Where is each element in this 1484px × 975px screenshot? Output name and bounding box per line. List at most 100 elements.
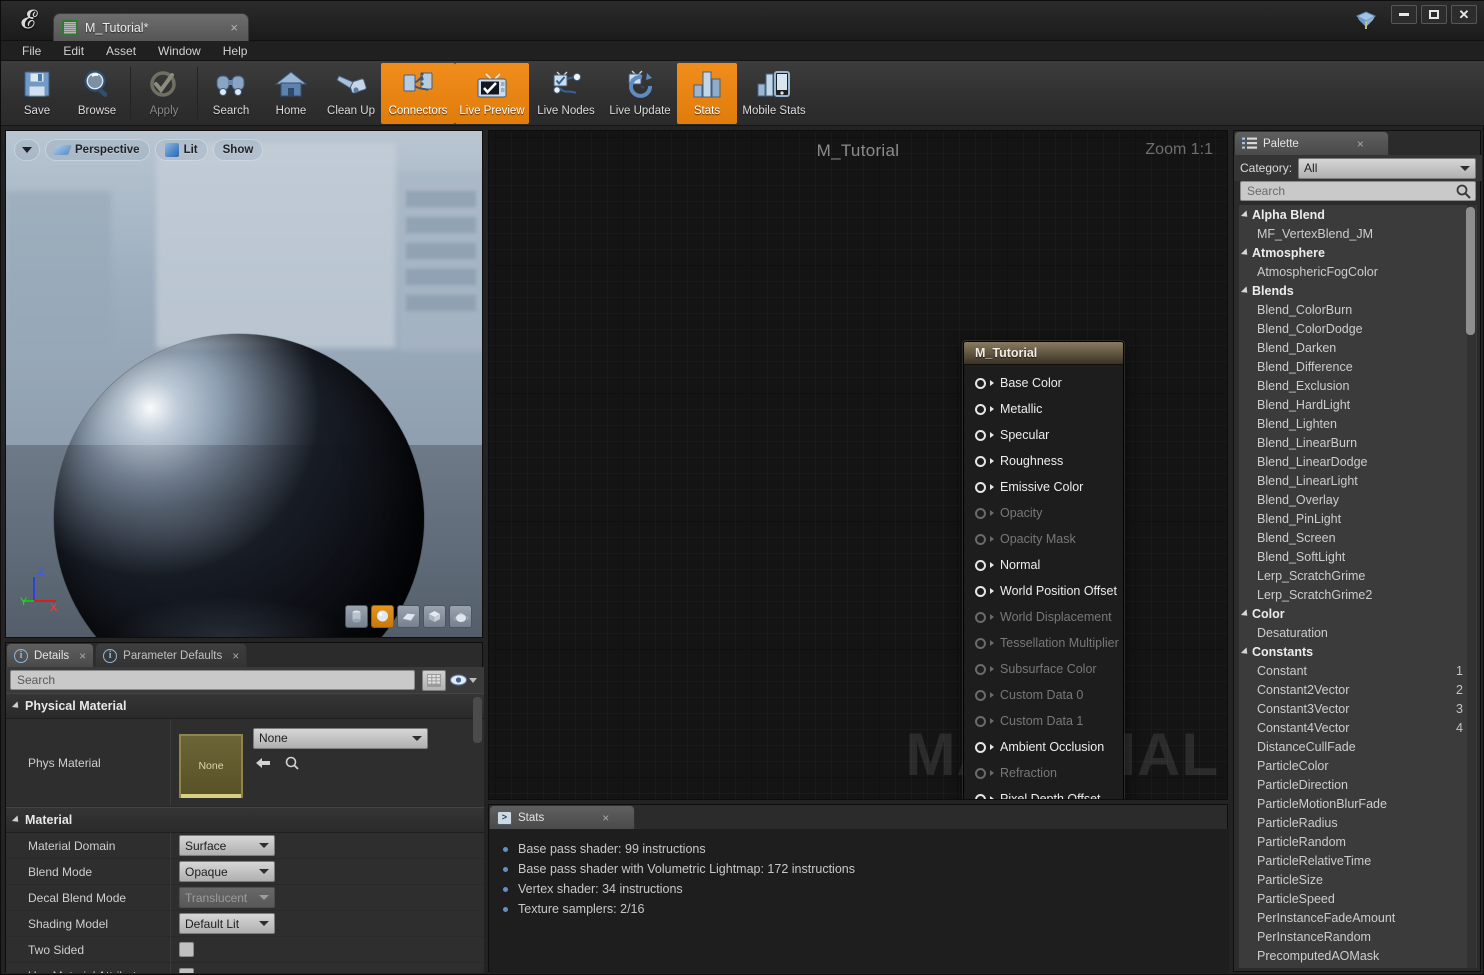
palette-scrollbar-thumb[interactable] bbox=[1466, 207, 1475, 335]
preview-shape-plane-button[interactable] bbox=[397, 605, 420, 628]
palette-item-blend-softlight[interactable]: Blend_SoftLight bbox=[1239, 547, 1477, 566]
toolbar-home-button[interactable]: Home bbox=[261, 63, 321, 124]
palette-category-blends[interactable]: Blends bbox=[1239, 281, 1477, 300]
node-pin-world-position-offset[interactable]: World Position Offset bbox=[964, 578, 1123, 604]
toolbar-stats-button[interactable]: Stats bbox=[677, 63, 737, 124]
browse-to-asset-icon[interactable] bbox=[285, 756, 300, 770]
pin-connector-icon[interactable] bbox=[975, 455, 986, 467]
maximize-button[interactable] bbox=[1421, 5, 1447, 24]
palette-item-particlecolor[interactable]: ParticleColor bbox=[1239, 756, 1477, 775]
tab-stats-close-icon[interactable]: × bbox=[602, 811, 609, 825]
toolbar-save-button[interactable]: Save bbox=[7, 63, 67, 124]
palette-item-constant3vector[interactable]: Constant3Vector 3 bbox=[1239, 699, 1477, 718]
document-tab-m-tutorial[interactable]: M_Tutorial* × bbox=[53, 13, 249, 41]
tab-details[interactable]: i Details × bbox=[6, 643, 95, 667]
node-pin-pixel-depth-offset[interactable]: Pixel Depth Offset bbox=[964, 786, 1123, 799]
node-pin-metallic[interactable]: Metallic bbox=[964, 396, 1123, 422]
palette-node-list[interactable]: Alpha Blend MF_VertexBlend_JM Atmosphere At… bbox=[1238, 204, 1478, 969]
palette-item-lerp-scratchgrime[interactable]: Lerp_ScratchGrime bbox=[1239, 566, 1477, 585]
palette-category-alpha-blend[interactable]: Alpha Blend bbox=[1239, 205, 1477, 224]
palette-category-constants[interactable]: Constants bbox=[1239, 642, 1477, 661]
toolbar-live-nodes-button[interactable]: Live Nodes bbox=[529, 63, 603, 124]
palette-item-blend-darken[interactable]: Blend_Darken bbox=[1239, 338, 1477, 357]
toolbar-browse-button[interactable]: Browse bbox=[67, 63, 127, 124]
palette-item-constant4vector[interactable]: Constant4Vector 4 bbox=[1239, 718, 1477, 737]
palette-item-blend-linearburn[interactable]: Blend_LinearBurn bbox=[1239, 433, 1477, 452]
palette-item-particleradius[interactable]: ParticleRadius bbox=[1239, 813, 1477, 832]
palette-item-desaturation[interactable]: Desaturation bbox=[1239, 623, 1477, 642]
phys-material-thumbnail[interactable]: None bbox=[179, 733, 243, 798]
palette-category-color[interactable]: Color bbox=[1239, 604, 1477, 623]
palette-item-blend-colordodge[interactable]: Blend_ColorDodge bbox=[1239, 319, 1477, 338]
palette-item-blend-pinlight[interactable]: Blend_PinLight bbox=[1239, 509, 1477, 528]
menu-help[interactable]: Help bbox=[212, 41, 259, 61]
close-button[interactable]: ✕ bbox=[1451, 5, 1477, 24]
palette-item-blend-exclusion[interactable]: Blend_Exclusion bbox=[1239, 376, 1477, 395]
palette-item-time[interactable]: Time bbox=[1239, 965, 1477, 969]
toolbar-apply-button[interactable]: Apply bbox=[134, 63, 194, 124]
palette-item-blend-overlay[interactable]: Blend_Overlay bbox=[1239, 490, 1477, 509]
palette-item-particlerandom[interactable]: ParticleRandom bbox=[1239, 832, 1477, 851]
palette-item-constant2vector[interactable]: Constant2Vector 2 bbox=[1239, 680, 1477, 699]
viewport-options-dropdown[interactable] bbox=[14, 139, 40, 161]
palette-category-dropdown[interactable]: All bbox=[1298, 157, 1476, 179]
tab-parameter-defaults-close-icon[interactable]: × bbox=[232, 649, 239, 663]
use-material-attributes-checkbox[interactable] bbox=[179, 968, 194, 973]
toolbar-cleanup-button[interactable]: Clean Up bbox=[321, 63, 381, 124]
details-section-physical-material[interactable]: Physical Material bbox=[6, 693, 484, 719]
pin-connector-icon[interactable] bbox=[975, 559, 986, 571]
palette-item-precomputedaomask[interactable]: PrecomputedAOMask bbox=[1239, 946, 1477, 965]
pin-connector-icon[interactable] bbox=[975, 585, 986, 597]
toolbar-connectors-button[interactable]: Connectors bbox=[381, 63, 455, 124]
node-pin-roughness[interactable]: Roughness bbox=[964, 448, 1123, 474]
material-domain-dropdown[interactable]: Surface bbox=[179, 835, 275, 856]
pin-connector-icon[interactable] bbox=[975, 793, 986, 799]
palette-item-blend-difference[interactable]: Blend_Difference bbox=[1239, 357, 1477, 376]
toolbar-mobile-stats-button[interactable]: Mobile Stats bbox=[737, 63, 811, 124]
pin-connector-icon[interactable] bbox=[975, 741, 986, 753]
use-selected-asset-icon[interactable] bbox=[255, 756, 271, 770]
palette-item-particledirection[interactable]: ParticleDirection bbox=[1239, 775, 1477, 794]
tab-palette-close-icon[interactable]: × bbox=[1357, 137, 1364, 151]
node-pin-specular[interactable]: Specular bbox=[964, 422, 1123, 448]
tab-palette[interactable]: Palette × bbox=[1234, 131, 1389, 155]
preview-shape-sphere-button[interactable] bbox=[371, 605, 394, 628]
viewport-lighting-mode-button[interactable]: Lit bbox=[154, 139, 208, 161]
pin-connector-icon[interactable] bbox=[975, 377, 986, 389]
palette-item-blend-lighten[interactable]: Blend_Lighten bbox=[1239, 414, 1477, 433]
material-output-node[interactable]: M_Tutorial Base Color Metallic Specular … bbox=[963, 341, 1124, 799]
pin-connector-icon[interactable] bbox=[975, 403, 986, 415]
palette-item-perinstancefadeamount[interactable]: PerInstanceFadeAmount bbox=[1239, 908, 1477, 927]
palette-item-blend-linearlight[interactable]: Blend_LinearLight bbox=[1239, 471, 1477, 490]
menu-asset[interactable]: Asset bbox=[95, 41, 147, 61]
blend-mode-dropdown[interactable]: Opaque bbox=[179, 861, 275, 882]
palette-item-constant[interactable]: Constant 1 bbox=[1239, 661, 1477, 680]
palette-item-distancecullfade[interactable]: DistanceCullFade bbox=[1239, 737, 1477, 756]
palette-item-mf-vertexblend-jm[interactable]: MF_VertexBlend_JM bbox=[1239, 224, 1477, 243]
two-sided-checkbox[interactable] bbox=[179, 942, 194, 957]
pin-connector-icon[interactable] bbox=[975, 481, 986, 493]
viewport-show-menu-button[interactable]: Show bbox=[212, 139, 264, 161]
preview-shape-cylinder-button[interactable] bbox=[345, 605, 368, 628]
document-tab-close-icon[interactable]: × bbox=[230, 21, 238, 34]
phys-material-asset-picker[interactable]: None bbox=[253, 727, 428, 749]
node-pin-ambient-occlusion[interactable]: Ambient Occlusion bbox=[964, 734, 1123, 760]
tab-stats[interactable]: > Stats × bbox=[489, 805, 635, 829]
minimize-button[interactable] bbox=[1391, 5, 1417, 24]
tab-parameter-defaults[interactable]: i Parameter Defaults × bbox=[95, 643, 248, 667]
details-scrollbar[interactable] bbox=[473, 697, 482, 743]
palette-item-particlerelativetime[interactable]: ParticleRelativeTime bbox=[1239, 851, 1477, 870]
menu-window[interactable]: Window bbox=[147, 41, 212, 61]
palette-item-blend-lineardodge[interactable]: Blend_LinearDodge bbox=[1239, 452, 1477, 471]
shading-model-dropdown[interactable]: Default Lit bbox=[179, 913, 275, 934]
menu-file[interactable]: File bbox=[11, 41, 52, 61]
tab-details-close-icon[interactable]: × bbox=[79, 649, 86, 663]
node-pin-normal[interactable]: Normal bbox=[964, 552, 1123, 578]
toolbar-live-update-button[interactable]: Live Update bbox=[603, 63, 677, 124]
palette-scrollbar-track[interactable] bbox=[1466, 205, 1476, 968]
pin-connector-icon[interactable] bbox=[975, 429, 986, 441]
palette-item-perinstancerandom[interactable]: PerInstanceRandom bbox=[1239, 927, 1477, 946]
palette-item-lerp-scratchgrime2[interactable]: Lerp_ScratchGrime2 bbox=[1239, 585, 1477, 604]
palette-item-particlemotionblurfade[interactable]: ParticleMotionBlurFade bbox=[1239, 794, 1477, 813]
palette-item-particlesize[interactable]: ParticleSize bbox=[1239, 870, 1477, 889]
